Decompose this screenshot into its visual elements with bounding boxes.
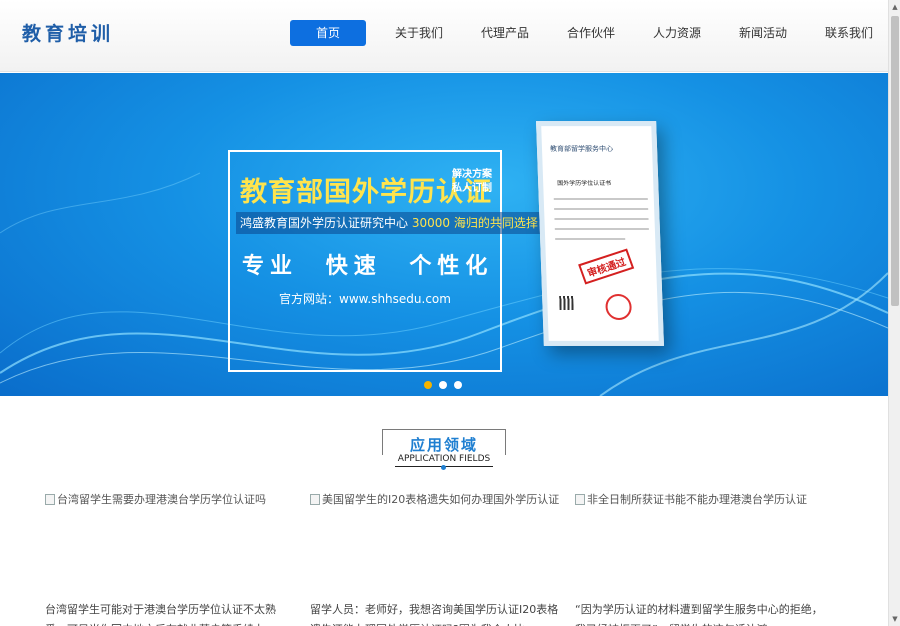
section-heading: 应用领域 APPLICATION FIELDS [382,429,506,471]
promo-bar-highlight: 30000 海归的共同选择 [411,216,538,230]
seal-icon [605,293,633,320]
promo-slogan: 专业 快速 个性化 [242,248,493,280]
slogan-fast: 快速 [325,254,382,279]
card-image[interactable]: 非全日制所获证书能不能办理港澳台学历认证 [575,490,825,508]
broken-image-icon [310,493,320,505]
card-excerpt[interactable]: “因为学历认证的材料遭到留学生服务中心的拒绝，我已经被拒再了”，留学生的这句话让… [575,600,825,626]
scrollbar-thumb[interactable] [891,16,899,306]
section-title-en: APPLICATION FIELDS [397,454,491,464]
carousel-dot-1[interactable] [424,381,432,389]
certificate-line [555,237,626,240]
card-image[interactable]: 台湾留学生需要办理港澳台学历学位认证吗 [45,490,295,508]
promo-bar-text: 鸿盛教育国外学历认证研究中心 [240,216,409,230]
nav-item-hr[interactable]: 人力资源 [634,20,720,46]
promo-tag-line2: 私人订制 [452,183,492,194]
hero-banner[interactable]: 教育部国外学历认证 解决方案 私人订制 鸿盛教育国外学历认证研究中心 30000… [0,73,888,396]
certificate-line [554,228,649,231]
list-item[interactable]: 台湾留学生需要办理港澳台学历学位认证吗 台湾留学生可能对于港澳台学历学位认证不太… [45,490,295,626]
page-scrollbar[interactable]: ▲ ▼ [888,0,900,626]
promo-tag-line1: 解决方案 [452,169,492,180]
certificate-line [554,208,649,211]
nav-item-products[interactable]: 代理产品 [462,20,548,46]
qr-code-icon [559,295,574,310]
page: 教育培训 首页 关于我们 代理产品 合作伙伴 人力资源 新闻活动 联系我们 教育… [0,0,900,626]
certificate-title: 国外学历学位认证书 [557,180,612,188]
certificate-header: 教育部留学服务中心 [549,145,614,154]
card-excerpt[interactable]: 台湾留学生可能对于港澳台学历学位认证不太熟悉，可是当你回内地之后在就业落户等手续… [45,600,295,626]
certificate-line [554,218,649,221]
slogan-personal: 个性化 [409,254,494,279]
card-excerpt[interactable]: 留学人员：老师好，我想咨询美国学历认证I20表格遗失还能办理国外学历认证吗?因为… [310,600,560,626]
promo-box: 教育部国外学历认证 解决方案 私人订制 鸿盛教育国外学历认证研究中心 30000… [228,150,542,372]
nav-item-partners[interactable]: 合作伙伴 [548,20,634,46]
section-title-cn: 应用领域 [409,436,478,454]
approved-stamp: 审核通过 [578,248,635,285]
card-image-alt: 台湾留学生需要办理港澳台学历学位认证吗 [57,493,266,506]
card-image-alt: 美国留学生的I20表格遗失如何办理国外学历认证 [322,493,560,506]
carousel-dot-2[interactable] [439,381,447,389]
card-image-alt: 非全日制所获证书能不能办理港澳台学历认证 [587,493,807,506]
certificate-image: 教育部留学服务中心 国外学历学位认证书 审核通过 [536,121,664,346]
nav-item-contact[interactable]: 联系我们 [806,20,892,46]
slogan-professional: 专业 [242,254,299,279]
main-nav: 首页 关于我们 代理产品 合作伙伴 人力资源 新闻活动 联系我们 [290,20,892,46]
scroll-down-arrow-icon[interactable]: ▼ [889,612,900,626]
certificate-line [553,198,648,201]
nav-item-about[interactable]: 关于我们 [376,20,462,46]
list-item[interactable]: 非全日制所获证书能不能办理港澳台学历认证 “因为学历认证的材料遭到留学生服务中心… [575,490,825,626]
nav-item-news[interactable]: 新闻活动 [720,20,806,46]
card-image[interactable]: 美国留学生的I20表格遗失如何办理国外学历认证 [310,490,560,508]
scroll-up-arrow-icon[interactable]: ▲ [889,0,900,14]
site-header: 教育培训 首页 关于我们 代理产品 合作伙伴 人力资源 新闻活动 联系我们 [0,0,888,72]
section-dot [441,465,446,470]
promo-website: 官方网站：www.shhsedu.com [279,292,451,306]
nav-item-home[interactable]: 首页 [290,20,366,46]
list-item[interactable]: 美国留学生的I20表格遗失如何办理国外学历认证 留学人员：老师好，我想咨询美国学… [310,490,560,626]
carousel-dot-3[interactable] [454,381,462,389]
promo-bar: 鸿盛教育国外学历认证研究中心 30000 海归的共同选择 [236,212,542,234]
carousel-dots [424,381,462,389]
broken-image-icon [45,493,55,505]
site-logo[interactable]: 教育培训 [22,19,114,46]
promo-tag: 解决方案 私人订制 [452,168,500,196]
broken-image-icon [575,493,585,505]
